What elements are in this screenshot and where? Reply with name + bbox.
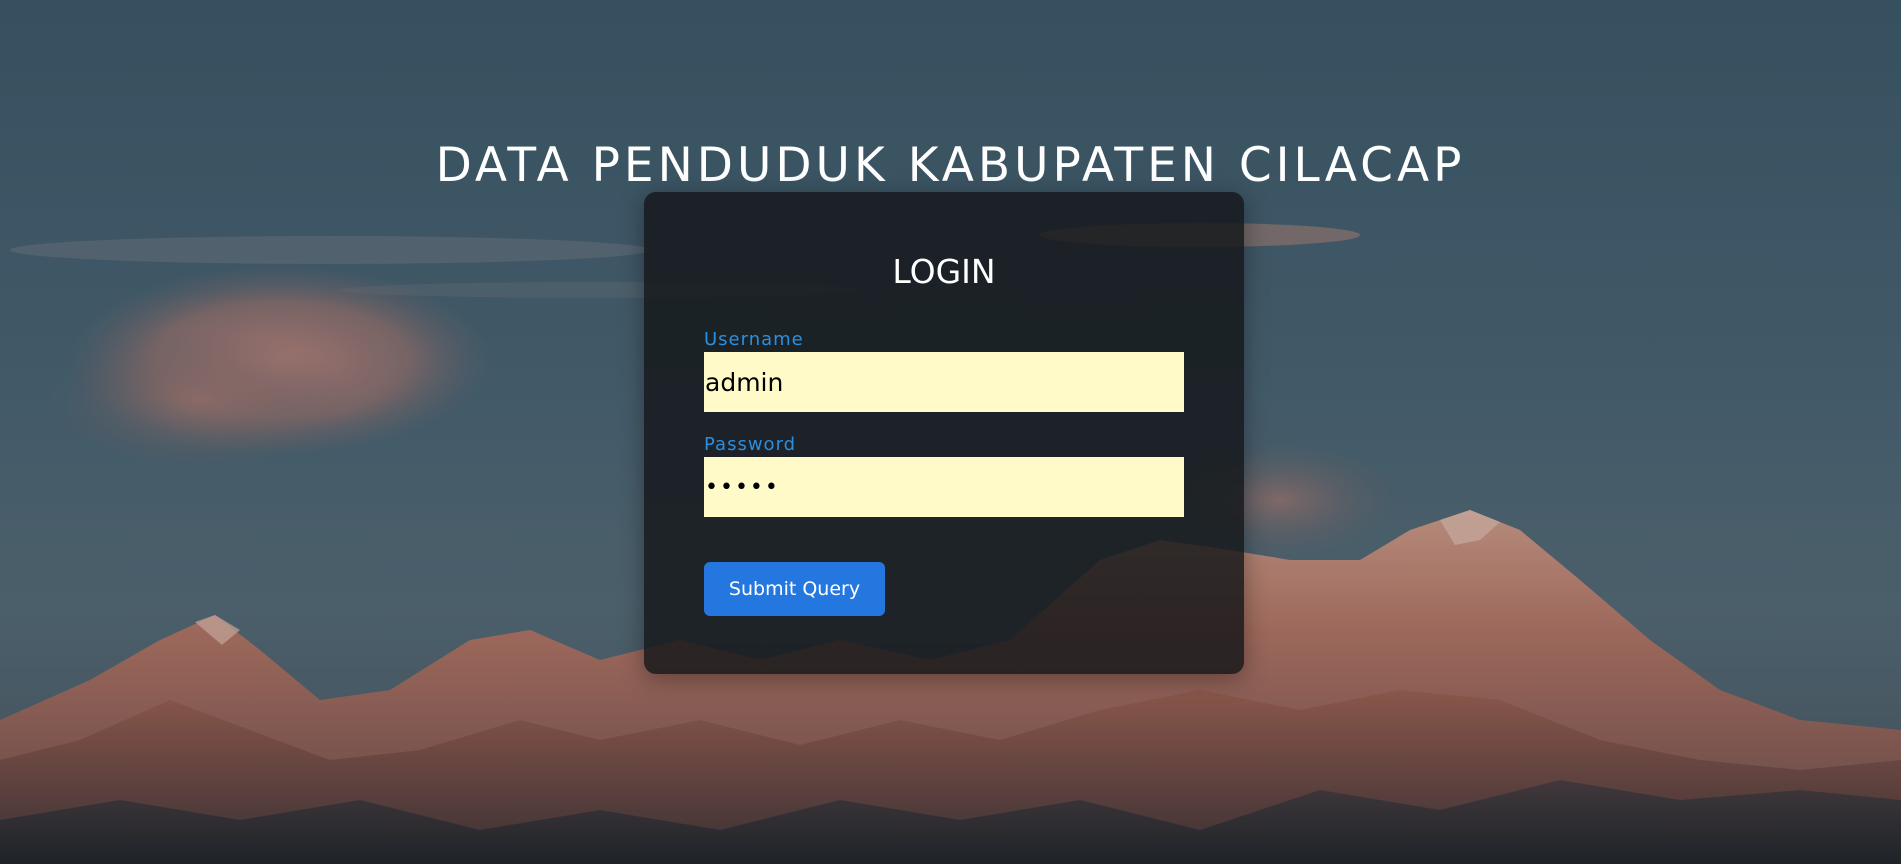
login-card: LOGIN Username Password Submit Query bbox=[644, 192, 1244, 674]
password-input[interactable] bbox=[704, 457, 1184, 517]
login-heading: LOGIN bbox=[892, 252, 996, 291]
page-title: DATA PENDUDUK KABUPATEN CILACAP bbox=[435, 138, 1466, 193]
submit-button[interactable]: Submit Query bbox=[704, 562, 885, 616]
username-label: Username bbox=[704, 329, 804, 350]
password-label: Password bbox=[704, 434, 797, 455]
username-input[interactable] bbox=[704, 352, 1184, 412]
